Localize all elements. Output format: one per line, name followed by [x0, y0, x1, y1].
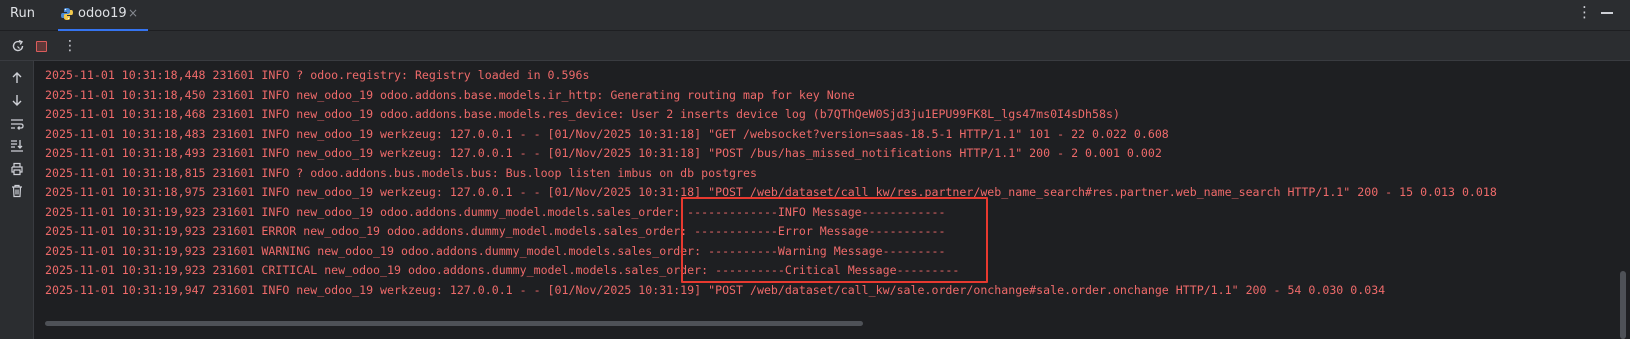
horizontal-scrollbar[interactable] — [45, 321, 863, 326]
run-toolbar: ⋮ — [0, 31, 1630, 61]
rerun-icon[interactable] — [8, 36, 28, 56]
run-tool-window-header: Run odoo19 × ⋮ — [0, 0, 1630, 31]
vertical-scrollbar[interactable] — [1617, 61, 1630, 339]
scroll-up-icon[interactable] — [7, 68, 27, 88]
stop-icon[interactable] — [31, 36, 51, 56]
run-title: Run — [10, 6, 35, 21]
console-output[interactable]: 2025-11-01 10:31:18,448 231601 INFO ? od… — [35, 61, 1617, 339]
console-side-toolbar — [0, 61, 34, 339]
highlight-annotation-box — [681, 197, 988, 283]
close-tab-icon[interactable]: × — [128, 6, 138, 20]
log-line: 2025-11-01 10:31:18,450 231601 INFO new_… — [45, 87, 855, 102]
scroll-down-icon[interactable] — [7, 90, 27, 110]
print-icon[interactable] — [7, 159, 27, 179]
more-options-window-icon[interactable]: ⋮ — [1577, 3, 1592, 21]
soft-wrap-icon[interactable] — [7, 114, 27, 134]
log-line: 2025-11-01 10:31:18,468 231601 INFO new_… — [45, 107, 1120, 121]
log-line: 2025-11-01 10:31:18,493 231601 INFO new_… — [45, 146, 1162, 160]
scroll-to-end-icon[interactable] — [7, 136, 27, 156]
minimize-icon[interactable] — [1601, 12, 1613, 14]
log-line: 2025-11-01 10:31:18,483 231601 INFO new_… — [45, 126, 1169, 141]
log-line: 2025-11-01 10:31:18,448 231601 INFO ? od… — [45, 68, 590, 82]
python-icon — [60, 6, 74, 20]
vertical-scrollbar-thumb[interactable] — [1620, 271, 1626, 339]
more-options-icon[interactable]: ⋮ — [60, 36, 80, 56]
tab-label: odoo19 — [78, 6, 127, 21]
log-line: 2025-11-01 10:31:18,815 231601 INFO ? od… — [45, 165, 757, 180]
tab-odoo19[interactable]: odoo19 × — [58, 0, 148, 31]
log-line: 2025-11-01 10:31:19,947 231601 INFO new_… — [45, 282, 1386, 297]
stop-square — [35, 40, 47, 52]
clear-all-icon[interactable] — [7, 181, 27, 201]
